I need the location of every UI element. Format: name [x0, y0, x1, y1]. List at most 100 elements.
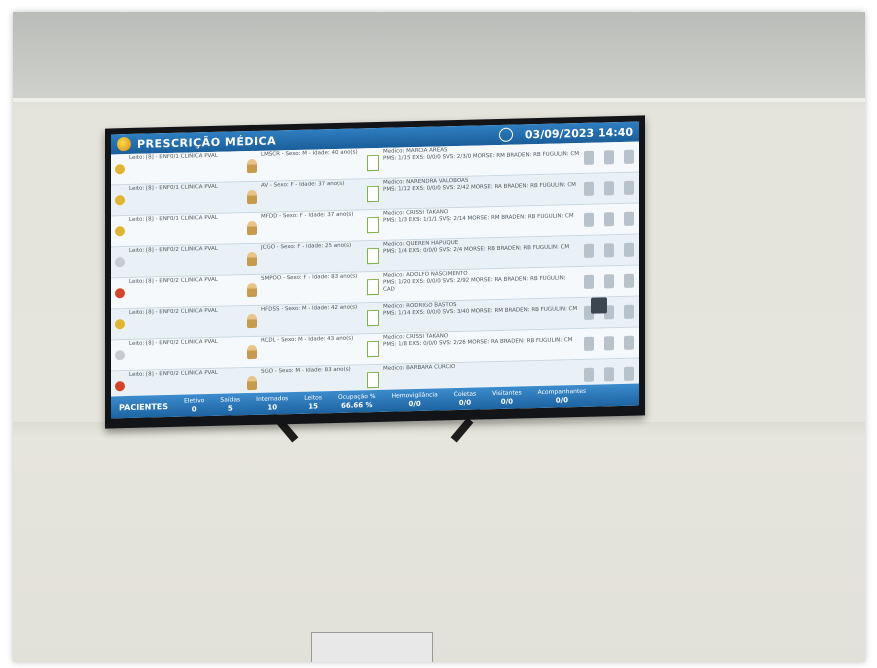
footer-stat-value: 0/0 — [555, 396, 569, 405]
bed-text: Leito: [8] - ENF0/1 CLÍNICA PVAL — [129, 152, 218, 162]
bed-cell: Leito: [8] - ENF0/2 CLÍNICA PVAL — [111, 338, 247, 369]
bed-cell: Leito: [8] - ENF0/1 CLÍNICA PVAL — [111, 152, 247, 183]
bed-text: Leito: [8] - ENF0/2 CLÍNICA PVAL — [129, 307, 218, 317]
footer-stat-label: Eletivo — [184, 397, 205, 405]
screen-date-time: 03/09/2023 14:40 — [524, 125, 633, 141]
footer-stat: Eletivo 0 — [184, 397, 204, 413]
bed-text: Leito: [8] - ENF0/1 CLÍNICA PVAL — [129, 214, 218, 224]
bed-text: Leito: [8] - ENF0/1 CLÍNICA PVAL — [129, 183, 218, 193]
row-icons — [579, 211, 639, 227]
doctor-text: Medico: CRISSI TAKANO PMS: 1/3 EXS: 1/1/1… — [383, 206, 574, 239]
scale-icon — [604, 274, 614, 289]
doctor-text: Medico: QUEREN HAPUQUE PMS: 1/4 EXS: 0/0/… — [383, 237, 569, 270]
document-icon — [367, 371, 379, 389]
status-dot-icon — [115, 195, 125, 206]
footer-stat-value: 0 — [191, 405, 197, 414]
ceiling — [13, 12, 865, 98]
patient-cell: HFDSS - Sexo: M - Idade: 42 ano(s) — [247, 304, 367, 335]
patient-icon — [247, 189, 257, 205]
clipboard-icon — [624, 149, 634, 164]
footer-stat-label: Leitos — [304, 394, 322, 402]
row-icons — [579, 366, 639, 382]
bed-cell: Leito: [8] - ENF0/2 CLÍNICA PVAL — [111, 245, 247, 276]
footer-stat: Internados 10 — [256, 395, 288, 412]
doctor-cell: Medico: ADOLFO NASCIMENTO PMS: 1/20 EXS: … — [367, 268, 579, 301]
patient-cell: AV - Sexo: F - Idade: 37 ano(s) — [247, 180, 367, 211]
footer-label: PACIENTES — [119, 401, 169, 412]
status-dot-icon — [115, 319, 125, 330]
patient-icon — [247, 313, 257, 329]
clock-icon — [498, 127, 513, 142]
patient-text: MFDD - Sexo: F - Idade: 37 ano(s) — [261, 211, 354, 220]
document-icon — [367, 154, 379, 172]
bed-cell: Leito: [8] - ENF0/2 CLÍNICA PVAL — [111, 276, 247, 307]
bed-text: Leito: [8] - ENF0/2 CLÍNICA PVAL — [129, 245, 218, 255]
patient-text: HFDSS - Sexo: M - Idade: 42 ano(s) — [261, 304, 358, 313]
doctor-text: Medico: MARCIA AREAS PMS: 1/15 EXS: 0/0/0… — [383, 144, 579, 177]
patient-cell: LMSCR - Sexo: M - Idade: 40 ano(s) — [247, 149, 367, 180]
status-dot-icon — [115, 226, 125, 237]
patient-text: LMSCR - Sexo: M - Idade: 40 ano(s) — [261, 149, 358, 158]
footer-stat-value: 15 — [308, 402, 318, 411]
patient-text: SMPOO - Sexo: F - Idade: 83 ano(s) — [261, 273, 358, 282]
patient-cell: JCGO - Sexo: F - Idade: 25 ano(s) — [247, 242, 367, 273]
document-icon — [367, 309, 379, 327]
footer-stat: Ocupação % 66.66 % — [338, 393, 376, 410]
document-icon — [367, 247, 379, 265]
scale-icon — [604, 243, 614, 258]
footer-stat: Leitos 15 — [304, 394, 322, 410]
footer-stat-value: 66.66 % — [340, 401, 373, 410]
status-dot-icon — [115, 350, 125, 361]
clipboard-icon — [624, 180, 634, 195]
status-dot-icon — [115, 164, 125, 175]
row-icons — [579, 335, 639, 351]
row-icons — [579, 304, 639, 320]
bed-text: Leito: [8] - ENF0/2 CLÍNICA PVAL — [129, 338, 218, 348]
screen-title: PRESCRIÇÃO MÉDICA — [137, 133, 277, 151]
footer-stat-value: 10 — [267, 403, 278, 412]
doctor-text: Medico: NARENDRA VALOBOAS PMS: 1/12 EXS: … — [383, 175, 576, 208]
doctor-name: Medico: BARBARA CURCIO — [383, 364, 456, 372]
doctor-cell: Medico: NARENDRA VALOBOAS PMS: 1/12 EXS: … — [367, 175, 579, 208]
doctor-cell: Medico: QUEREN HAPUQUE PMS: 1/4 EXS: 0/0/… — [367, 237, 579, 270]
patient-icon — [247, 158, 257, 174]
bed-cell: Leito: [8] - ENF0/1 CLÍNICA PVAL — [111, 183, 247, 214]
row-icons — [579, 242, 639, 258]
document-icon — [367, 216, 379, 234]
wall-ledge — [13, 98, 865, 102]
clipboard-icon — [624, 242, 634, 257]
doctor-cell: Medico: RODRIGO BASTOS PMS: 1/14 EXS: 0/0… — [367, 299, 579, 332]
utensils-icon — [584, 212, 594, 227]
clipboard-icon — [624, 335, 634, 350]
patient-text: AV - Sexo: F - Idade: 37 ano(s) — [261, 180, 345, 189]
television: PRESCRIÇÃO MÉDICA 03/09/2023 14:40 Leito… — [105, 115, 645, 429]
logo-icon — [117, 136, 131, 152]
status-dot-icon — [115, 257, 125, 268]
wall-paper-sign — [311, 632, 433, 662]
doctor-cell: Medico: MARCIA AREAS PMS: 1/15 EXS: 0/0/0… — [367, 144, 579, 177]
status-dot-icon — [115, 288, 125, 299]
clipboard-icon — [624, 211, 634, 226]
photo: PRESCRIÇÃO MÉDICA 03/09/2023 14:40 Leito… — [13, 12, 865, 662]
clipboard-icon — [624, 304, 634, 319]
patient-text: JCGO - Sexo: F - Idade: 25 ano(s) — [261, 242, 352, 251]
footer-stat-value: 0/0 — [408, 399, 421, 409]
footer-stat: Acompanhantes 0/0 — [538, 388, 587, 405]
bed-text: Leito: [8] - ENF0/2 CLÍNICA PVAL — [129, 276, 218, 286]
clipboard-icon — [624, 366, 634, 381]
patient-icon — [247, 282, 257, 298]
patient-icon — [247, 251, 257, 267]
footer-stat-value: 5 — [227, 404, 233, 413]
speaker-icon — [591, 297, 607, 314]
footer-stat: Saídas 5 — [220, 396, 240, 412]
doctor-text: Medico: ADOLFO NASCIMENTO PMS: 1/20 EXS: … — [383, 268, 579, 301]
utensils-icon — [584, 336, 594, 351]
document-icon — [367, 185, 379, 203]
row-icons — [579, 273, 639, 289]
tv-screen: PRESCRIÇÃO MÉDICA 03/09/2023 14:40 Leito… — [111, 121, 639, 419]
scale-icon — [604, 336, 614, 351]
doctor-text: Medico: CRISSI TAKANO PMS: 1/8 EXS: 0/0/0… — [383, 330, 572, 363]
scale-icon — [604, 150, 614, 165]
document-icon — [367, 340, 379, 358]
doctor-cell: Medico: CRISSI TAKANO PMS: 1/3 EXS: 1/1/1… — [367, 206, 579, 239]
